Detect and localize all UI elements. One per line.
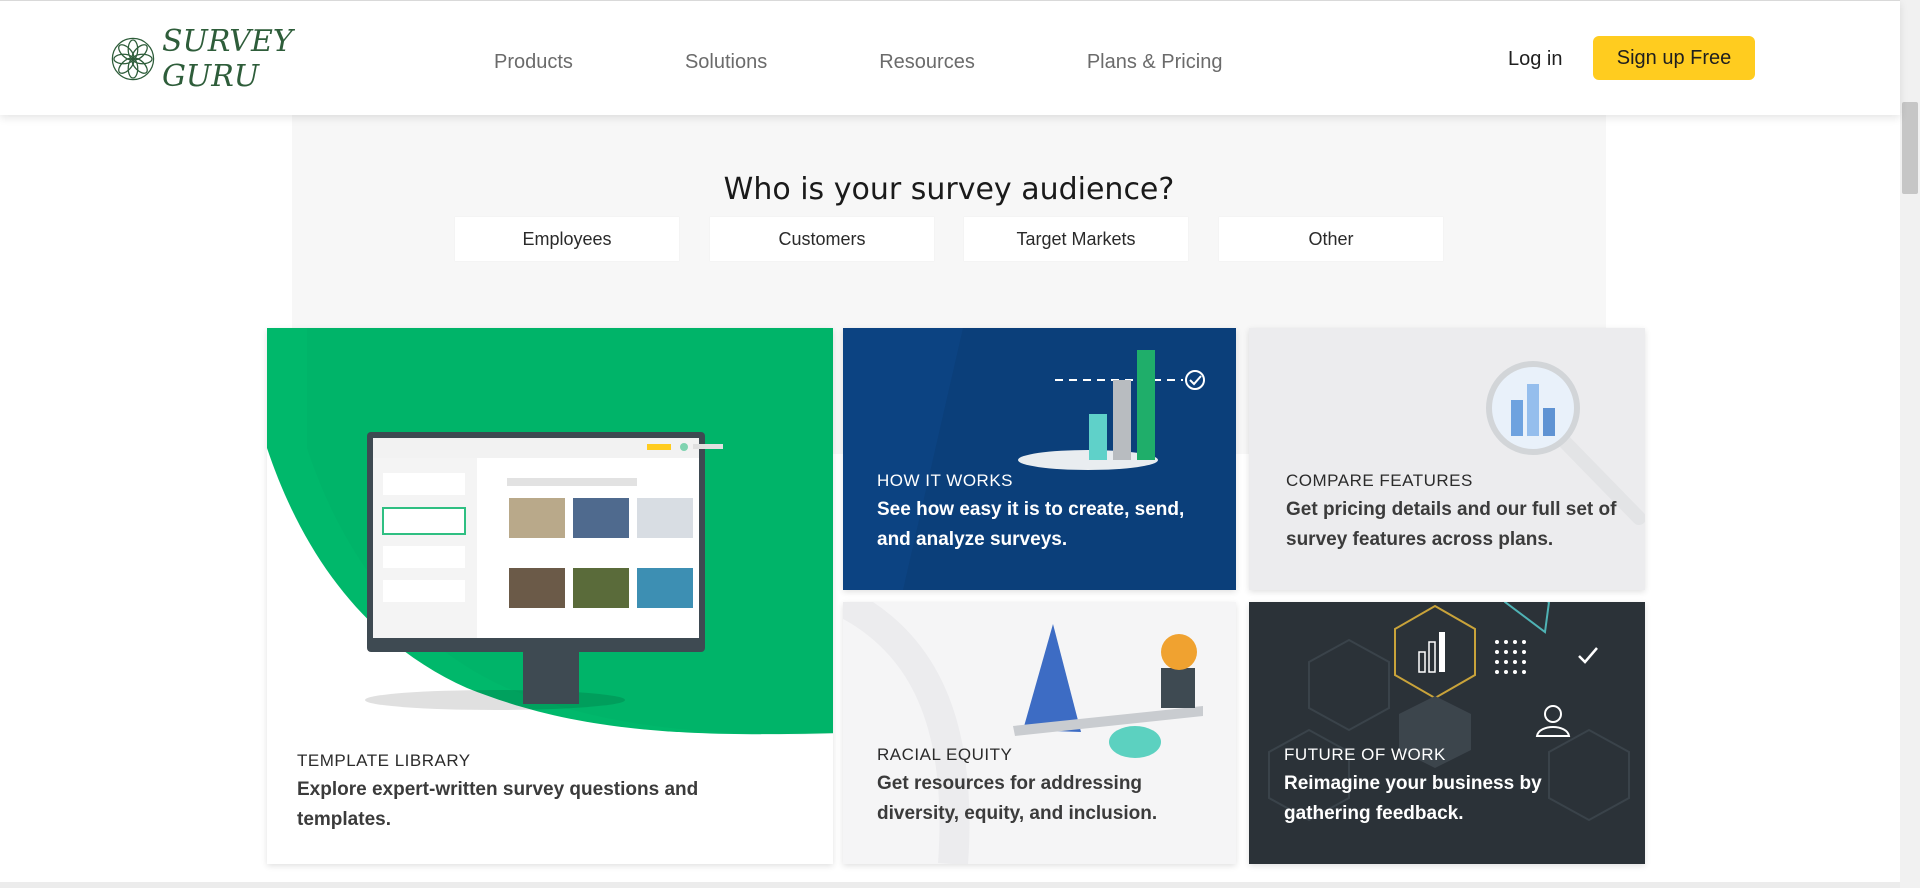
how-it-works-desc: See how easy it is to create, send, and … bbox=[877, 499, 1185, 550]
scrollbar-thumb[interactable] bbox=[1902, 102, 1918, 194]
future-of-work-card[interactable]: FUTURE OF WORK Reimagine your business b… bbox=[1249, 602, 1645, 864]
login-link[interactable]: Log in bbox=[1508, 48, 1563, 71]
compare-features-card[interactable]: COMPARE FEATURES Get pricing details and… bbox=[1249, 328, 1645, 590]
signup-button[interactable]: Sign up Free bbox=[1593, 36, 1755, 80]
racial-equity-kicker: RACIAL EQUITY bbox=[877, 745, 1013, 764]
compare-features-kicker: COMPARE FEATURES bbox=[1286, 471, 1473, 490]
template-library-kicker: TEMPLATE LIBRARY bbox=[297, 751, 471, 770]
template-library-illustration bbox=[267, 328, 833, 735]
nav-solutions[interactable]: Solutions bbox=[685, 51, 767, 74]
nav-resources[interactable]: Resources bbox=[879, 51, 975, 74]
flower-logo-icon bbox=[111, 37, 155, 81]
future-of-work-kicker: FUTURE OF WORK bbox=[1284, 745, 1446, 764]
template-library-card[interactable]: TEMPLATE LIBRARY Explore expert-written … bbox=[267, 328, 833, 864]
main-nav: Products Solutions Resources Plans & Pri… bbox=[494, 51, 1334, 74]
future-of-work-desc: Reimagine your business by gathering fee… bbox=[1284, 773, 1542, 824]
nav-products[interactable]: Products bbox=[494, 51, 573, 74]
audience-employees-button[interactable]: Employees bbox=[455, 217, 679, 261]
audience-other-button[interactable]: Other bbox=[1219, 217, 1443, 261]
audience-target-markets-button[interactable]: Target Markets bbox=[964, 217, 1188, 261]
template-library-desc: Explore expert-written survey questions … bbox=[297, 779, 699, 830]
compare-features-desc: Get pricing details and our full set of … bbox=[1286, 499, 1617, 550]
logo[interactable]: SURVEY GURU bbox=[110, 24, 350, 94]
racial-equity-card[interactable]: RACIAL EQUITY Get resources for addressi… bbox=[843, 602, 1236, 864]
site-header: SURVEY GURU Products Solutions Resources… bbox=[0, 0, 1900, 115]
audience-customers-button[interactable]: Customers bbox=[710, 217, 934, 261]
how-it-works-kicker: HOW IT WORKS bbox=[877, 471, 1014, 490]
how-it-works-card[interactable]: HOW IT WORKS See how easy it is to creat… bbox=[843, 328, 1236, 590]
page-bottom-divider bbox=[0, 882, 1900, 888]
audience-title: Who is your survey audience? bbox=[723, 172, 1175, 207]
nav-plans-pricing[interactable]: Plans & Pricing bbox=[1087, 51, 1223, 74]
racial-equity-desc: Get resources for addressing diversity, … bbox=[877, 773, 1158, 824]
logo-wordmark: SURVEY GURU bbox=[161, 24, 293, 94]
